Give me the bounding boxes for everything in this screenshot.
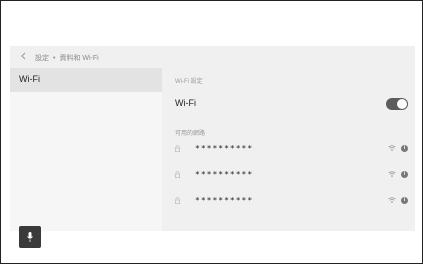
microphone-icon <box>27 232 33 242</box>
network-name: ********** <box>195 144 254 153</box>
wifi-signal-icon <box>388 197 396 203</box>
wifi-toggle-row[interactable]: Wi-Fi <box>175 98 408 112</box>
network-row[interactable]: ********** i <box>175 195 408 209</box>
available-networks-section-label: 可用的網路 <box>175 131 206 137</box>
lock-icon <box>175 145 180 152</box>
wifi-signal-icon <box>388 171 396 177</box>
lock-icon <box>175 171 180 178</box>
sidebar: Wi-Fi <box>10 68 162 248</box>
wifi-settings-section-label: Wi-Fi 設定 <box>175 79 203 85</box>
breadcrumb: 設定 • 資料和 Wi-Fi <box>35 53 99 63</box>
wifi-toggle-switch[interactable] <box>386 98 408 110</box>
main-content: Wi-Fi 設定 Wi-Fi 可用的網路 ********** i ******… <box>162 68 415 231</box>
wifi-signal-icon <box>388 145 396 151</box>
chevron-left-icon <box>21 52 26 60</box>
network-row[interactable]: ********** i <box>175 169 408 183</box>
sidebar-item-label: Wi-Fi <box>19 74 40 84</box>
voice-command-button[interactable] <box>19 226 41 248</box>
breadcrumb-item-settings[interactable]: 設定 <box>35 53 49 63</box>
sidebar-item-wifi[interactable]: Wi-Fi <box>10 68 162 92</box>
network-name: ********** <box>195 170 254 179</box>
network-name: ********** <box>195 196 254 205</box>
breadcrumb-separator: • <box>53 54 56 62</box>
info-icon[interactable]: i <box>401 145 408 152</box>
display-screen: 設定 • 資料和 Wi-Fi Wi-Fi Wi-Fi 設定 Wi-Fi 可用的網… <box>10 46 415 248</box>
back-button[interactable] <box>21 52 26 62</box>
network-row[interactable]: ********** i <box>175 143 408 157</box>
lock-icon <box>175 197 180 204</box>
toggle-knob <box>397 99 407 109</box>
wifi-toggle-label: Wi-Fi <box>175 98 196 108</box>
info-icon[interactable]: i <box>401 197 408 204</box>
device-frame: 設定 • 資料和 Wi-Fi Wi-Fi Wi-Fi 設定 Wi-Fi 可用的網… <box>0 0 423 264</box>
breadcrumb-item-data-wifi: 資料和 Wi-Fi <box>59 55 99 62</box>
header-bar: 設定 • 資料和 Wi-Fi <box>10 46 415 68</box>
info-icon[interactable]: i <box>401 171 408 178</box>
